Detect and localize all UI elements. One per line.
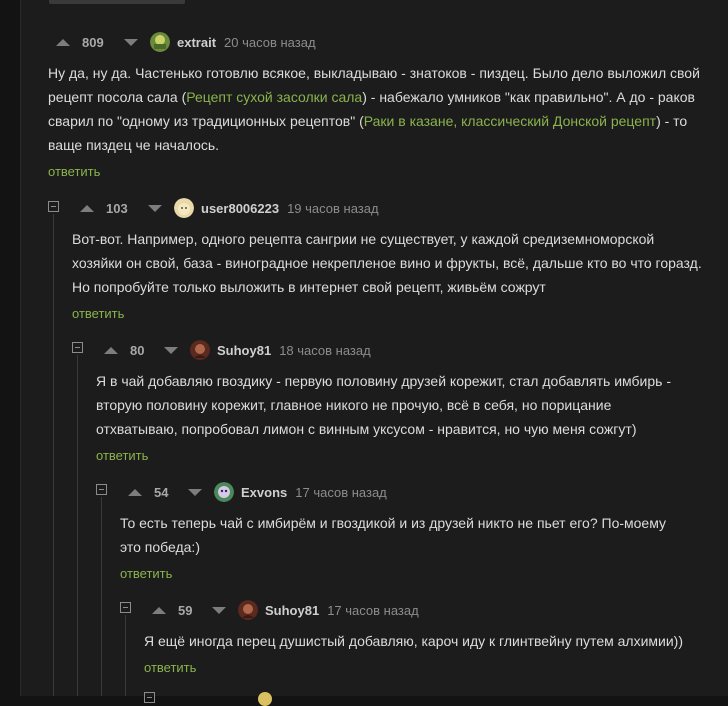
- comment-time[interactable]: 18 часов назад: [279, 343, 371, 358]
- avatar[interactable]: [190, 340, 210, 360]
- thread-line[interactable]: [53, 214, 54, 696]
- avatar[interactable]: [174, 198, 194, 218]
- upvote-icon[interactable]: [80, 204, 94, 212]
- thread-line[interactable]: [77, 355, 78, 696]
- comment-text: Я в чай добавляю гвоздику - первую полов…: [96, 373, 671, 437]
- upvote-icon[interactable]: [104, 346, 118, 354]
- comment-username[interactable]: Suhoy81: [265, 603, 319, 618]
- comment-rating: 80: [130, 342, 145, 358]
- collapse-icon[interactable]: [120, 602, 131, 613]
- comment-time[interactable]: 20 часов назад: [224, 35, 316, 50]
- downvote-icon[interactable]: [124, 38, 138, 46]
- upvote-icon[interactable]: [128, 488, 142, 496]
- avatar[interactable]: [258, 692, 272, 706]
- comment-header: 59 Suhoy81 17 часов назад: [152, 600, 419, 620]
- comment-username[interactable]: extrait: [177, 35, 216, 50]
- reply-button[interactable]: ответить: [144, 660, 196, 675]
- comment-rating: 54: [154, 484, 169, 500]
- collapse-icon[interactable]: [72, 342, 83, 353]
- thread-line[interactable]: [125, 615, 126, 696]
- comment-time[interactable]: 19 часов назад: [287, 201, 379, 216]
- collapse-icon[interactable]: [96, 484, 107, 495]
- reply-button[interactable]: ответить: [48, 164, 100, 179]
- comment-rating: 809: [82, 34, 104, 50]
- comment-text: Вот-вот. Например, одного рецепта сангри…: [72, 231, 702, 295]
- avatar[interactable]: [214, 482, 234, 502]
- reply-button[interactable]: ответить: [96, 448, 148, 463]
- comment-time[interactable]: 17 часов назад: [295, 485, 387, 500]
- avatar[interactable]: [238, 600, 258, 620]
- downvote-icon[interactable]: [148, 204, 162, 212]
- collapse-icon[interactable]: [144, 692, 155, 703]
- comment-header: 809 extrait 20 часов назад: [56, 32, 316, 52]
- comment-text: То есть теперь чай с имбирём и гвоздикой…: [120, 515, 666, 555]
- downvote-icon[interactable]: [188, 488, 202, 496]
- upvote-icon[interactable]: [56, 38, 70, 46]
- comment-rating: 103: [106, 200, 128, 216]
- comment-username[interactable]: Exvons: [241, 485, 287, 500]
- reply-button[interactable]: ответить: [120, 566, 172, 581]
- downvote-icon[interactable]: [212, 606, 226, 614]
- comment-header: 103 user8006223 19 часов назад: [80, 198, 379, 218]
- avatar[interactable]: [150, 32, 170, 52]
- downvote-icon[interactable]: [164, 346, 178, 354]
- comment-text: Ну да, ну да. Частенько готовлю всякое, …: [48, 61, 708, 157]
- comment-text: Я ещё иногда перец душистый добавляю, ка…: [144, 633, 683, 649]
- comment-rating: 59: [178, 602, 193, 618]
- reply-button[interactable]: ответить: [72, 306, 124, 321]
- comment-header: 54 Exvons 17 часов назад: [128, 482, 387, 502]
- comment-username[interactable]: Suhoy81: [217, 343, 271, 358]
- upvote-icon[interactable]: [152, 606, 166, 614]
- comment-header: 80 Suhoy81 18 часов назад: [104, 340, 371, 360]
- comment-time[interactable]: 17 часов назад: [327, 603, 419, 618]
- recipe-link[interactable]: Рецепт сухой засолки сала: [186, 89, 362, 105]
- collapse-icon[interactable]: [48, 201, 59, 212]
- tab-indicator: [49, 0, 185, 4]
- comment-username[interactable]: user8006223: [201, 201, 279, 216]
- thread-line[interactable]: [101, 497, 102, 696]
- recipe-link[interactable]: Раки в казане, классический Донской реце…: [364, 113, 656, 129]
